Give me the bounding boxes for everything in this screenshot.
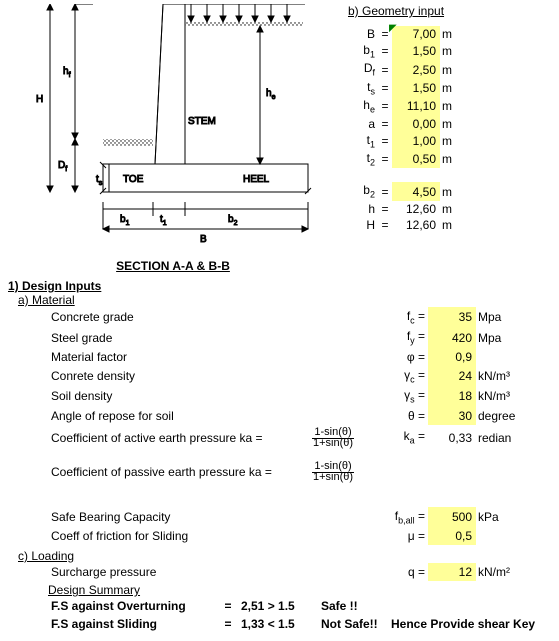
material-table: Concrete gradefc =35MpaSteel gradefy =42… [48,307,559,425]
summary-table: F.S against Overturning=2,51 > 1.5Safe !… [48,597,559,633]
ka-row: Coefficient of active earth pressure ka … [48,425,559,451]
svg-text:ts: ts [96,174,103,187]
svg-text:b2: b2 [228,214,238,227]
material-heading: a) Material [18,293,551,307]
design-inputs-heading: 1) Design Inputs [8,279,551,293]
svg-text:STEM: STEM [188,116,216,127]
geometry-heading: b) Geometry input [348,4,551,18]
svg-text:b1: b1 [120,214,130,227]
svg-text:B: B [200,234,207,245]
svg-text:t1: t1 [160,214,167,227]
geometry-table-2: b2=4,50mh=12,60mH=12,60m [348,182,455,232]
svg-text:Df: Df [58,160,67,173]
geometry-table: B=◤7,00mb1=1,50mDf=2,50mts=1,50mhe=11,10… [348,26,455,168]
svg-text:HEEL: HEEL [243,174,270,185]
surcharge-row: Surcharge pressureq =12kN/m² [48,563,559,581]
loading-heading: c) Loading [18,549,551,563]
svg-text:he: he [266,88,276,101]
section-diagram: a H hf Df ts he S [8,4,338,254]
svg-text:H: H [36,94,43,105]
kp-row: Coefficient of passive earth pressure ka… [48,459,559,485]
svg-text:TOE: TOE [123,174,144,185]
summary-heading: Design Summary [48,583,551,597]
svg-text:hf: hf [63,66,71,79]
sbc-row: Safe Bearing Capacityfb,all =500kPaCoeff… [48,507,559,545]
svg-text:a: a [80,4,86,5]
section-title: SECTION A-A & B-B [8,259,338,273]
